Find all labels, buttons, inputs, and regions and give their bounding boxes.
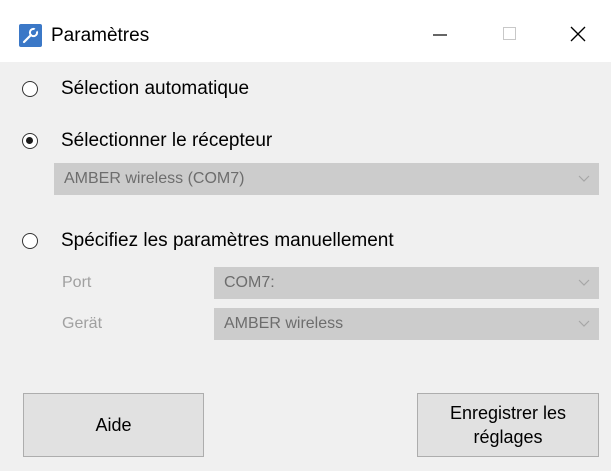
- window-title: Paramètres: [51, 25, 150, 46]
- minimize-icon: [433, 34, 447, 36]
- radio-auto-label: Sélection automatique: [61, 78, 250, 99]
- minimize-button[interactable]: [418, 14, 462, 54]
- chevron-down-icon: [569, 308, 599, 340]
- save-settings-button[interactable]: Enregistrer les réglages: [417, 393, 599, 457]
- radio-auto-selection[interactable]: Sélection automatique: [22, 78, 249, 100]
- settings-icon: [19, 24, 42, 47]
- settings-dialog: Paramètres Sélection automatique Sélecti…: [0, 0, 611, 471]
- radio-receiver-button[interactable]: [22, 133, 38, 149]
- receiver-select-value: AMBER wireless (COM7): [64, 170, 245, 187]
- device-label: Gerät: [62, 315, 103, 332]
- title-bar: Paramètres: [0, 0, 611, 62]
- radio-select-receiver[interactable]: Sélectionner le récepteur: [22, 130, 272, 152]
- close-icon: [570, 26, 586, 42]
- help-button[interactable]: Aide: [23, 393, 204, 457]
- port-label: Port: [62, 274, 92, 291]
- port-select[interactable]: COM7:: [214, 267, 599, 299]
- chevron-down-icon: [569, 267, 599, 299]
- radio-manual-label: Spécifiez les paramètres manuellement: [61, 230, 394, 251]
- maximize-icon: [503, 27, 516, 40]
- radio-manual-settings[interactable]: Spécifiez les paramètres manuellement: [22, 230, 394, 252]
- radio-manual-button[interactable]: [22, 233, 38, 249]
- device-select[interactable]: AMBER wireless: [214, 308, 599, 340]
- device-select-value: AMBER wireless: [224, 315, 344, 332]
- port-select-value: COM7:: [224, 274, 275, 291]
- close-button[interactable]: [556, 14, 600, 54]
- radio-receiver-label: Sélectionner le récepteur: [61, 130, 273, 151]
- radio-auto-button[interactable]: [22, 81, 38, 97]
- maximize-button[interactable]: [488, 14, 532, 54]
- chevron-down-icon: [569, 163, 599, 195]
- receiver-select[interactable]: AMBER wireless (COM7): [54, 163, 599, 195]
